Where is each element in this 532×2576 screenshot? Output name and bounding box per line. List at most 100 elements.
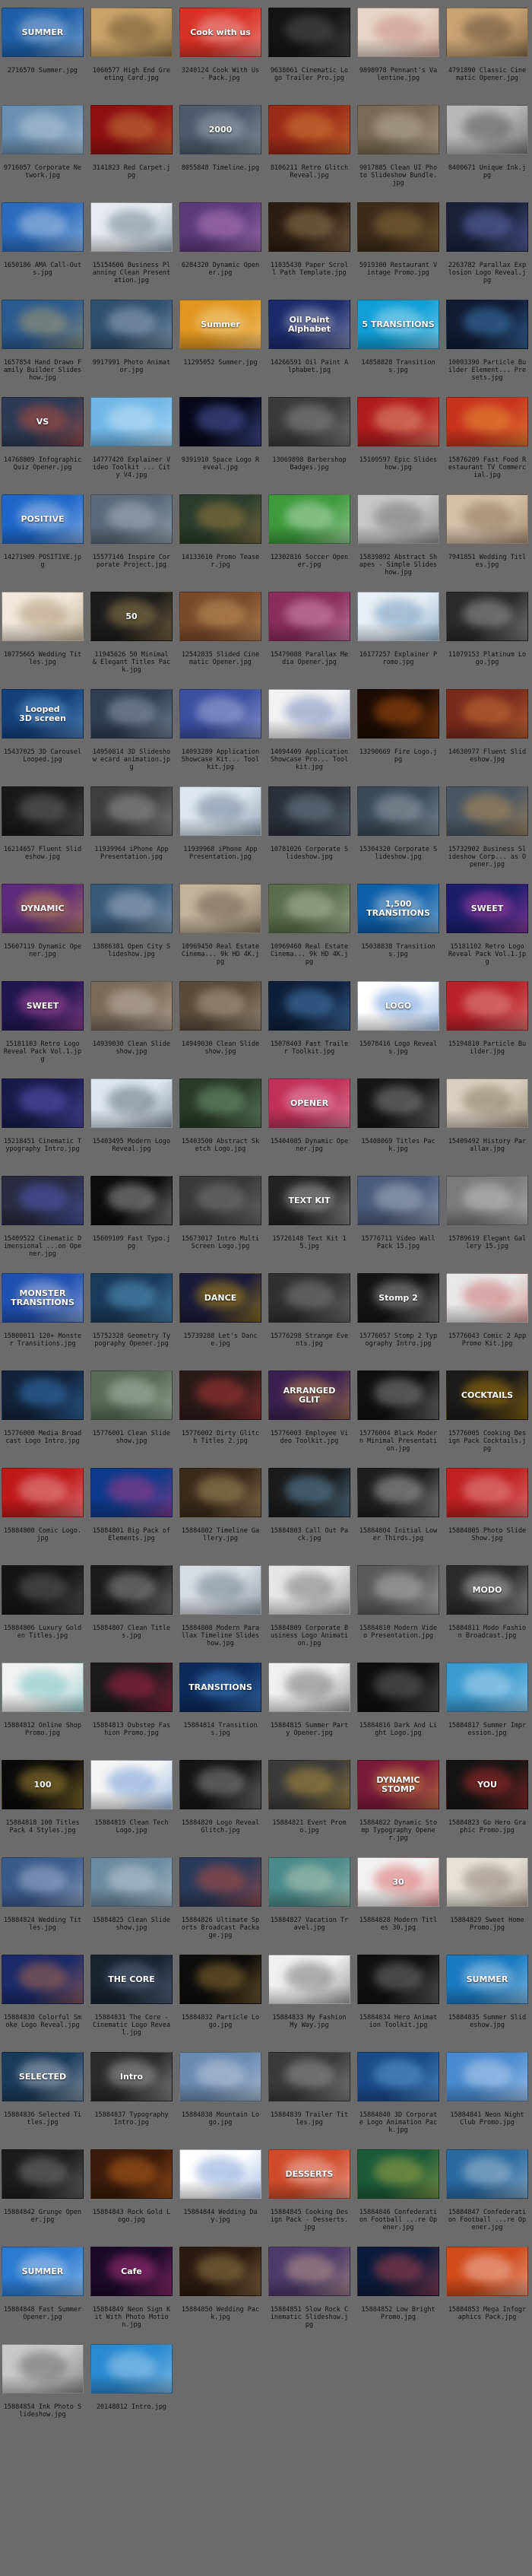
file-tile[interactable]: 15194810 Particle Builder.jpg — [446, 981, 528, 1078]
file-tile[interactable]: 15078403 Fast Trailer Toolkit.jpg — [268, 981, 350, 1078]
file-name[interactable]: 15884823 Go Hero Graphic Promo.jpg — [448, 1819, 527, 1842]
file-thumbnail[interactable] — [179, 1371, 261, 1420]
file-thumbnail[interactable] — [446, 8, 528, 57]
file-name[interactable]: 15884825 Clean Slideshow.jpg — [92, 1917, 171, 1939]
file-thumbnail[interactable]: Cook with us — [179, 8, 261, 57]
file-thumbnail[interactable] — [2, 1078, 84, 1128]
file-thumbnail[interactable] — [446, 1468, 528, 1517]
file-name[interactable]: 15884839 Trailer Titles.jpg — [270, 2111, 349, 2134]
file-tile[interactable]: 15776002 Dirty Glitch Titles 2.jpg — [179, 1371, 261, 1468]
file-thumbnail[interactable]: MODO — [446, 1565, 528, 1615]
file-thumbnail[interactable] — [357, 397, 439, 446]
file-name[interactable]: 15884801 Big Pack of Elements.jpg — [92, 1527, 171, 1550]
file-name[interactable]: 15884811 Modo Fashion Broadcast.jpg — [448, 1625, 527, 1647]
file-thumbnail[interactable] — [2, 300, 84, 349]
file-tile[interactable]: 15884805 Photo Slide Show.jpg — [446, 1468, 528, 1565]
file-name[interactable]: 15884830 Colorful Smoke Logo Reveal.jpg — [3, 2014, 82, 2037]
file-name[interactable]: 15038838 Transitions.jpg — [359, 943, 438, 966]
file-name[interactable]: 11939964 iPhone App Presentation.jpg — [92, 846, 171, 869]
file-tile[interactable]: OPENER 15404085 Dynamic Opener.jpg — [268, 1078, 350, 1176]
file-name[interactable]: 10969460 Real Estate Cinema... 9k HD 4K.… — [270, 943, 349, 966]
file-thumbnail[interactable] — [90, 1663, 173, 1712]
file-tile[interactable]: 15876209 Fast Food Restaurant TV Commerc… — [446, 397, 528, 494]
file-name[interactable]: 15109597 Epic Slideshow.jpg — [359, 456, 438, 479]
file-thumbnail[interactable]: 30 — [357, 1857, 439, 1907]
file-name[interactable]: 15776005 Cooking Design Pack Cocktails.j… — [448, 1430, 527, 1453]
file-name[interactable]: 14950814 3D Slideshow ecard animation.jp… — [92, 748, 171, 771]
file-thumbnail[interactable] — [268, 494, 350, 544]
file-thumbnail[interactable] — [268, 786, 350, 836]
file-thumbnail[interactable] — [179, 2052, 261, 2101]
file-name[interactable]: 15732902 Business Slideshow Corp... as O… — [448, 846, 527, 869]
file-name[interactable]: 15776002 Dirty Glitch Titles 2.jpg — [181, 1430, 260, 1453]
file-thumbnail[interactable] — [179, 202, 261, 252]
file-name[interactable]: 10093390 Particle Builder Element... Pre… — [448, 359, 527, 382]
file-name[interactable]: 8400671 Unique Ink.jpg — [448, 164, 527, 187]
file-name[interactable]: 20148812 Intro.jpg — [92, 2403, 171, 2426]
file-tile[interactable]: 15776000 Media Broadcast Logo Intro.jpg — [2, 1371, 84, 1468]
file-thumbnail[interactable] — [357, 1468, 439, 1517]
file-name[interactable]: 15884837 Typography Intro.jpg — [92, 2111, 171, 2134]
file-name[interactable]: 9917991 Photo Animator.jpg — [92, 359, 171, 382]
file-name[interactable]: 11939968 iPhone App Presentation.jpg — [181, 846, 260, 869]
file-name[interactable]: 15884827 Vacation Travel.jpg — [270, 1917, 349, 1939]
file-tile[interactable]: 6284320 Dynamic Opener.jpg — [179, 202, 261, 300]
file-tile[interactable]: 14133610 Promo Teaser.jpg — [179, 494, 261, 592]
file-name[interactable]: 15884834 Hero Animation Toolkit.jpg — [359, 2014, 438, 2037]
file-name[interactable]: 15884836 Selected Titles.jpg — [3, 2111, 82, 2134]
file-thumbnail[interactable] — [357, 1663, 439, 1712]
file-thumbnail[interactable] — [90, 397, 173, 446]
file-tile[interactable]: YOU 15884823 Go Hero Graphic Promo.jpg — [446, 1760, 528, 1857]
file-thumbnail[interactable] — [268, 105, 350, 154]
file-thumbnail[interactable] — [357, 2052, 439, 2101]
file-thumbnail[interactable] — [179, 2149, 261, 2199]
file-tile[interactable]: 9391910 Space Logo Reveal.jpg — [179, 397, 261, 494]
file-thumbnail[interactable] — [90, 1176, 173, 1225]
file-tile[interactable]: 15884816 Dark And Light Logo.jpg — [357, 1663, 439, 1760]
file-tile[interactable]: 15884842 Grunge Opener.jpg — [2, 2149, 84, 2247]
file-thumbnail[interactable] — [179, 397, 261, 446]
file-thumbnail[interactable]: Stomp 2 — [357, 1273, 439, 1323]
file-thumbnail[interactable] — [2, 2149, 84, 2199]
file-tile[interactable]: DANCE 15739288 Let's Dance.jpg — [179, 1273, 261, 1371]
file-name[interactable]: 15577146 Inspire Corporate Project.jpg — [92, 554, 171, 577]
file-name[interactable]: 15884844 Wedding Day.jpg — [181, 2209, 260, 2231]
file-tile[interactable]: 15884807 Clean Titles.jpg — [90, 1565, 173, 1663]
file-tile[interactable]: 15884808 Modern Parallax Timeline Slides… — [179, 1565, 261, 1663]
file-tile[interactable]: Cafe 15884849 Neon Sign Kit With Photo Mo… — [90, 2247, 173, 2344]
file-thumbnail[interactable] — [90, 2149, 173, 2199]
file-tile[interactable]: 15732902 Business Slideshow Corp... as O… — [446, 786, 528, 884]
file-thumbnail[interactable] — [90, 1273, 173, 1323]
file-tile[interactable]: 15884832 Particle Logo.jpg — [179, 1955, 261, 2052]
file-thumbnail[interactable] — [357, 2247, 439, 2296]
file-name[interactable]: 15884849 Neon Sign Kit With Photo Motion… — [92, 2306, 171, 2329]
file-thumbnail[interactable]: SELECTED — [2, 2052, 84, 2101]
file-name[interactable]: 13886381 Open City Slideshow.jpg — [92, 943, 171, 966]
file-thumbnail[interactable] — [90, 1760, 173, 1809]
file-tile[interactable]: 15884841 Neon Night Club Promo.jpg — [446, 2052, 528, 2149]
file-thumbnail[interactable] — [357, 1371, 439, 1420]
file-tile[interactable]: 15884834 Hero Animation Toolkit.jpg — [357, 1955, 439, 2052]
file-name[interactable]: 12302816 Soccer Opener.jpg — [270, 554, 349, 577]
file-thumbnail[interactable]: DANCE — [179, 1273, 261, 1323]
file-thumbnail[interactable] — [268, 689, 350, 738]
file-tile[interactable]: 15884847 Confederation Football ...re Op… — [446, 2149, 528, 2247]
file-name[interactable]: 15154606 Business Planning Clean Present… — [92, 262, 171, 284]
file-thumbnail[interactable] — [90, 2344, 173, 2393]
file-tile[interactable]: 9716057 Corporate Network.jpg — [2, 105, 84, 202]
file-tile[interactable]: VS 14768809 Infographic Quiz Opener.jpg — [2, 397, 84, 494]
file-name[interactable]: 15884822 Dynamic Stomp Typography Opener… — [359, 1819, 438, 1842]
file-tile[interactable]: 9917991 Photo Animator.jpg — [90, 300, 173, 397]
file-thumbnail[interactable]: Intro — [90, 2052, 173, 2101]
file-thumbnail[interactable] — [179, 786, 261, 836]
file-thumbnail[interactable] — [179, 592, 261, 641]
file-tile[interactable]: 15884826 Ultimate Sports Broadcast Packa… — [179, 1857, 261, 1955]
file-thumbnail[interactable] — [90, 689, 173, 738]
file-name[interactable]: 3141823 Red Carpet.jpg — [92, 164, 171, 187]
file-tile[interactable]: 1650186 AMA Call-Outs.jpg — [2, 202, 84, 300]
file-name[interactable]: 15884838 Mountain Logo.jpg — [181, 2111, 260, 2134]
file-name[interactable]: 15673017 Intro Multi Screen Logo.jpg — [181, 1235, 260, 1258]
file-thumbnail[interactable]: YOU — [446, 1760, 528, 1809]
file-name[interactable]: 15884829 Sweet Home Promo.jpg — [448, 1917, 527, 1939]
file-tile[interactable]: 9017885 Clean UI Photo Slideshow Bundle.… — [357, 105, 439, 202]
